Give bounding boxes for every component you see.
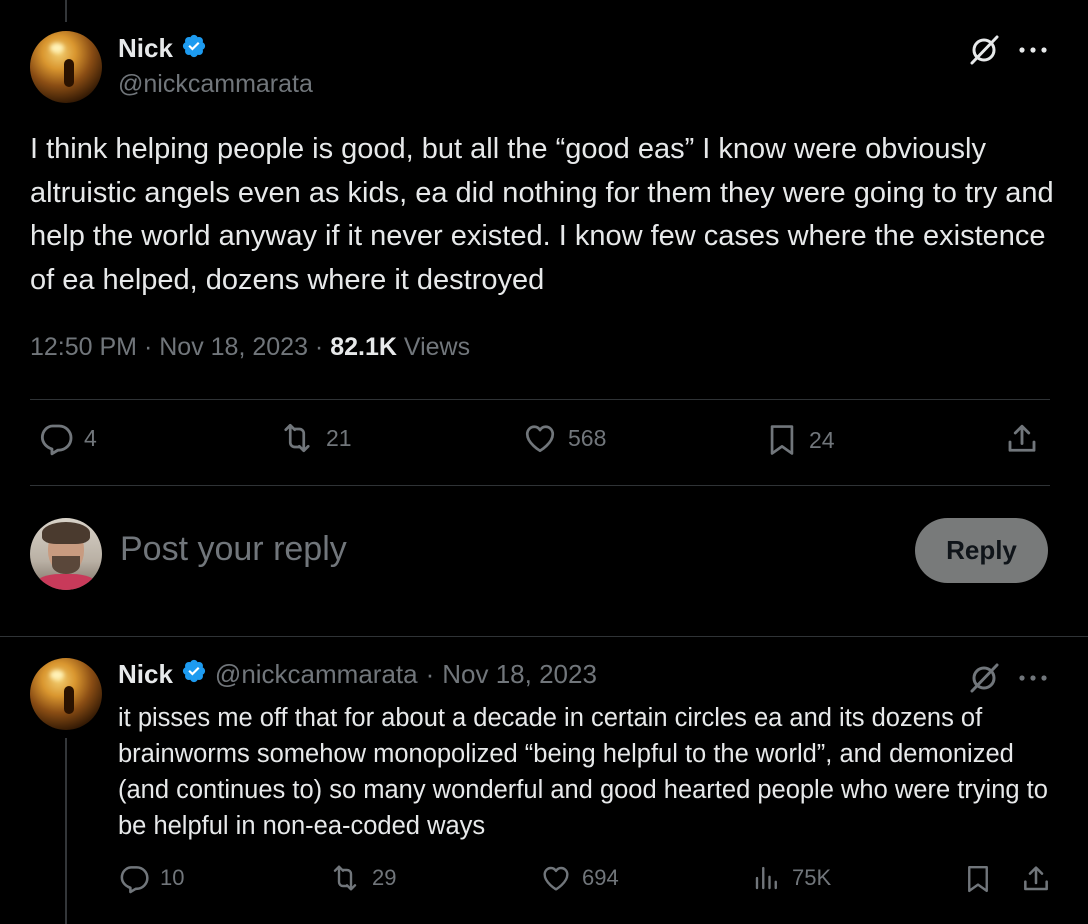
reply-separator: · (425, 659, 435, 689)
tweet-action-bar: 4 21 568 24 (30, 420, 1050, 466)
reply-share-button[interactable] (1020, 862, 1052, 896)
reply-views-button[interactable]: 75K (752, 862, 831, 894)
repost-icon (284, 423, 310, 453)
reply-action-bar: 10 29 694 75K (118, 862, 1053, 902)
like-button[interactable]: 568 (522, 420, 606, 456)
reply-submit-button[interactable]: Reply (915, 518, 1048, 583)
share-button[interactable] (1004, 420, 1040, 458)
tweet-time[interactable]: 12:50 PM (30, 333, 137, 361)
reply-date[interactable]: Nov 18, 2023 (442, 659, 597, 690)
like-count: 568 (568, 424, 607, 451)
reply-like-count: 694 (582, 865, 619, 890)
grok-icon[interactable] (968, 662, 1000, 694)
views-label: Views (403, 333, 471, 361)
like-icon (543, 866, 569, 891)
like-icon (525, 425, 555, 453)
repost-button[interactable]: 21 (278, 420, 352, 456)
divider (30, 399, 1050, 400)
reply-count: 4 (84, 424, 97, 451)
tweet-meta: 12:50 PM · Nov 18, 2023 · 82.1K Views (30, 333, 470, 362)
bookmark-icon (770, 425, 794, 455)
more-icon[interactable] (1018, 673, 1048, 683)
reply-top-actions (968, 662, 1048, 694)
bookmark-icon (968, 865, 988, 893)
repost-count: 21 (326, 424, 352, 451)
divider (0, 636, 1088, 637)
author-handle[interactable]: @nickcammarata (118, 70, 313, 99)
reply-author-avatar[interactable] (30, 658, 102, 730)
reply-header: Nick @nickcammarata · Nov 18, 2023 (118, 658, 597, 691)
divider (30, 485, 1050, 486)
bookmark-count: 24 (809, 426, 835, 453)
views-icon (755, 866, 777, 890)
tweet-thread-view: Nick @nickcammarata I think helping peop… (0, 0, 1088, 924)
reply-views-count: 75K (792, 865, 832, 890)
grok-icon[interactable] (968, 34, 1000, 66)
current-user-avatar[interactable] (30, 518, 102, 590)
tweet-text: I think helping people is good, but all … (30, 133, 1054, 296)
thread-connector-line (65, 738, 67, 924)
reply-repost-button[interactable]: 29 (328, 862, 396, 894)
reply-reply-button[interactable]: 10 (118, 862, 184, 894)
more-icon[interactable] (1018, 45, 1048, 55)
author-name-row: Nick (118, 33, 207, 64)
reply-like-button[interactable]: 694 (540, 862, 619, 894)
share-icon (1024, 866, 1048, 891)
share-icon (1008, 424, 1036, 452)
reply-bookmark-button[interactable] (963, 862, 993, 896)
bookmark-button[interactable]: 24 (765, 420, 835, 460)
reply-icon (40, 424, 73, 456)
author-avatar[interactable] (30, 31, 102, 103)
reply-text: it pisses me off that for about a decade… (118, 704, 1048, 840)
thread-connector-line (65, 0, 67, 22)
reply-input[interactable]: Post your reply (120, 530, 347, 569)
tweet-date[interactable]: Nov 18, 2023 (159, 333, 308, 361)
verified-badge-icon (181, 33, 207, 64)
meta-separator: · (143, 333, 153, 361)
verified-badge-icon (181, 658, 207, 691)
repost-icon (333, 865, 357, 891)
reply-repost-count: 29 (372, 865, 397, 890)
reply-reply-count: 10 (160, 865, 185, 890)
reply-icon (120, 866, 149, 894)
views-count: 82.1K (330, 333, 397, 361)
reply-author-name[interactable]: Nick (118, 659, 173, 690)
tweet-top-actions (968, 34, 1048, 66)
reply-button[interactable]: 4 (38, 420, 97, 456)
author-name[interactable]: Nick (118, 33, 173, 64)
reply-author-handle[interactable]: @nickcammarata (215, 659, 418, 690)
meta-separator: · (314, 333, 324, 361)
